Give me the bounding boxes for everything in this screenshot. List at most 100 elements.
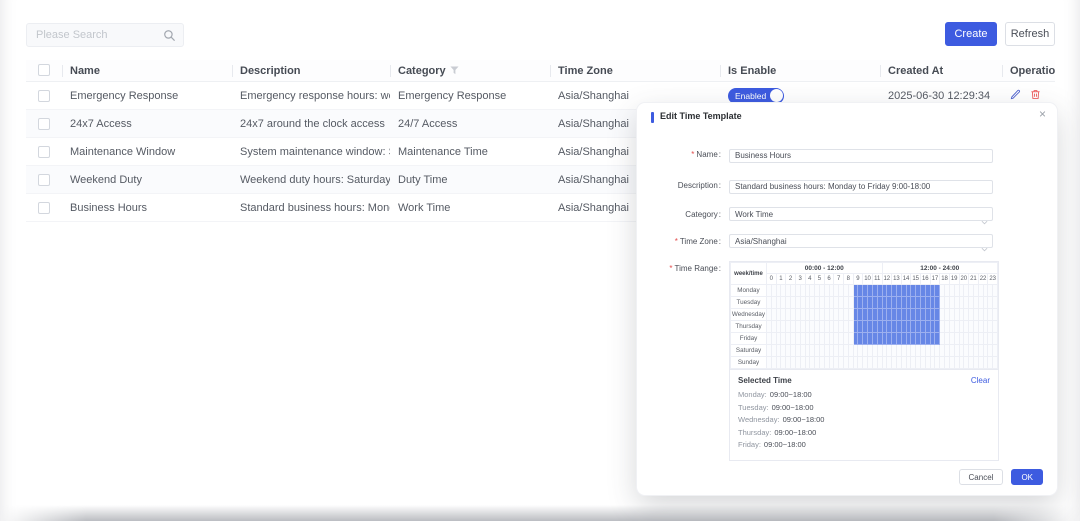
- row-checkbox-cell: [26, 202, 62, 214]
- grid-day-label: Tuesday: [731, 297, 767, 309]
- column-header-isenable: Is Enable: [720, 64, 880, 78]
- row-checkbox[interactable]: [38, 146, 50, 158]
- modal-header: Edit Time Template ×: [637, 103, 1057, 133]
- row-isenable: Enabled: [720, 88, 880, 104]
- grid-hour-label: 5: [815, 274, 825, 285]
- grid-corner-label: week/time: [731, 263, 767, 285]
- column-header-createdat: Created At: [880, 64, 1002, 78]
- category-field-row: Category: Work Time: [645, 207, 1043, 221]
- grid-hour-label: 6: [824, 274, 834, 285]
- column-header-category: Category: [390, 64, 550, 78]
- clear-link[interactable]: Clear: [971, 376, 990, 385]
- grid-day-label: Monday: [731, 285, 767, 297]
- row-operation: [1002, 89, 1055, 103]
- time-cell[interactable]: [993, 345, 998, 357]
- grid-day-label: Wednesday: [731, 309, 767, 321]
- delete-icon[interactable]: [1030, 89, 1041, 103]
- grid-hour-label: 0: [767, 274, 777, 285]
- row-name: Business Hours: [62, 202, 232, 214]
- grid-hour-label: 23: [988, 274, 998, 285]
- ok-button[interactable]: OK: [1011, 469, 1043, 485]
- grid-band-am: 00:00 - 12:00: [767, 263, 883, 274]
- column-header-name: Name: [62, 64, 232, 78]
- selected-time-item: Tuesday:09:00~18:00: [738, 403, 990, 412]
- cancel-button[interactable]: Cancel: [959, 469, 1004, 485]
- row-name: Emergency Response: [62, 90, 232, 102]
- selected-time-item: Wednesday:09:00~18:00: [738, 415, 990, 424]
- filter-icon[interactable]: [450, 66, 459, 78]
- timezone-field-row: *Time Zone: Asia/Shanghai: [645, 234, 1043, 248]
- row-checkbox[interactable]: [38, 118, 50, 130]
- grid-hour-label: 12: [882, 274, 892, 285]
- grid-hour-label: 14: [901, 274, 911, 285]
- row-description: 24x7 around the clock access: [232, 118, 390, 130]
- category-select[interactable]: Work Time: [729, 207, 993, 221]
- timezone-select[interactable]: Asia/Shanghai: [729, 234, 993, 248]
- row-category: 24/7 Access: [390, 118, 550, 130]
- row-name: 24x7 Access: [62, 118, 232, 130]
- edit-icon[interactable]: [1010, 89, 1021, 103]
- name-field[interactable]: [729, 149, 993, 163]
- row-checkbox[interactable]: [38, 90, 50, 102]
- table-header: Name Description Category Time Zone Is E…: [26, 60, 1055, 82]
- time-cell[interactable]: [993, 357, 998, 369]
- row-checkbox-cell: [26, 118, 62, 130]
- selected-time-panel: Selected Time Clear Monday:09:00~18:00 Tu…: [730, 369, 998, 460]
- row-description: System maintenance window: Sunda...: [232, 146, 390, 158]
- chevron-down-icon: [981, 212, 988, 230]
- row-category: Work Time: [390, 202, 550, 214]
- row-category: Duty Time: [390, 174, 550, 186]
- column-header-description: Description: [232, 64, 390, 78]
- row-createdat: 2025-06-30 12:29:34: [880, 90, 1002, 102]
- time-cell[interactable]: [993, 297, 998, 309]
- title-accent-bar: [651, 112, 654, 123]
- grid-hour-label: 11: [872, 274, 882, 285]
- required-asterisk: *: [669, 264, 672, 273]
- time-cell[interactable]: [993, 321, 998, 333]
- page: Create Refresh Name Description Category…: [0, 0, 1080, 521]
- time-cell[interactable]: [993, 309, 998, 321]
- row-name: Maintenance Window: [62, 146, 232, 158]
- refresh-button[interactable]: Refresh: [1005, 22, 1055, 46]
- grid-hour-label: 8: [844, 274, 854, 285]
- grid-hour-label: 10: [863, 274, 873, 285]
- grid-band-pm: 12:00 - 24:00: [882, 263, 998, 274]
- row-category: Maintenance Time: [390, 146, 550, 158]
- select-all-checkbox[interactable]: [38, 64, 50, 76]
- modal-footer: Cancel OK: [959, 469, 1043, 485]
- selected-time-item: Monday:09:00~18:00: [738, 390, 990, 399]
- edit-time-template-modal: Edit Time Template × *Name: Description:…: [637, 103, 1057, 495]
- search-input[interactable]: [27, 24, 183, 46]
- row-checkbox[interactable]: [38, 174, 50, 186]
- time-range-picker: week/time00:00 - 12:0012:00 - 24:0001234…: [729, 261, 999, 461]
- grid-hour-label: 17: [930, 274, 940, 285]
- grid-hour-label: 9: [853, 274, 863, 285]
- required-asterisk: *: [691, 150, 694, 159]
- selected-time-item: Thursday:09:00~18:00: [738, 428, 990, 437]
- name-field-row: *Name:: [645, 145, 1043, 163]
- grid-day-label: Sunday: [731, 357, 767, 369]
- grid-day-label: Saturday: [731, 345, 767, 357]
- search-icon[interactable]: [163, 29, 176, 47]
- grid-hour-label: 4: [805, 274, 815, 285]
- row-description: Weekend duty hours: Saturday and S...: [232, 174, 390, 186]
- time-cell[interactable]: [993, 285, 998, 297]
- search-box[interactable]: [26, 23, 184, 47]
- row-category: Emergency Response: [390, 90, 550, 102]
- grid-hour-label: 21: [969, 274, 979, 285]
- description-field[interactable]: [729, 180, 993, 194]
- grid-hour-label: 16: [921, 274, 931, 285]
- grid-hour-label: 13: [892, 274, 902, 285]
- column-header-timezone: Time Zone: [550, 64, 720, 78]
- row-checkbox[interactable]: [38, 202, 50, 214]
- time-grid-table: week/time00:00 - 12:0012:00 - 24:0001234…: [730, 262, 998, 369]
- grid-day-label: Friday: [731, 333, 767, 345]
- create-button[interactable]: Create: [945, 22, 997, 46]
- column-header-operation: Operation: [1002, 64, 1055, 78]
- selected-time-title: Selected Time: [738, 376, 792, 385]
- enable-toggle[interactable]: Enabled: [728, 88, 784, 104]
- toolbar: Create Refresh: [26, 22, 1055, 48]
- grid-hour-label: 15: [911, 274, 921, 285]
- time-cell[interactable]: [993, 333, 998, 345]
- close-icon[interactable]: ×: [1039, 108, 1046, 120]
